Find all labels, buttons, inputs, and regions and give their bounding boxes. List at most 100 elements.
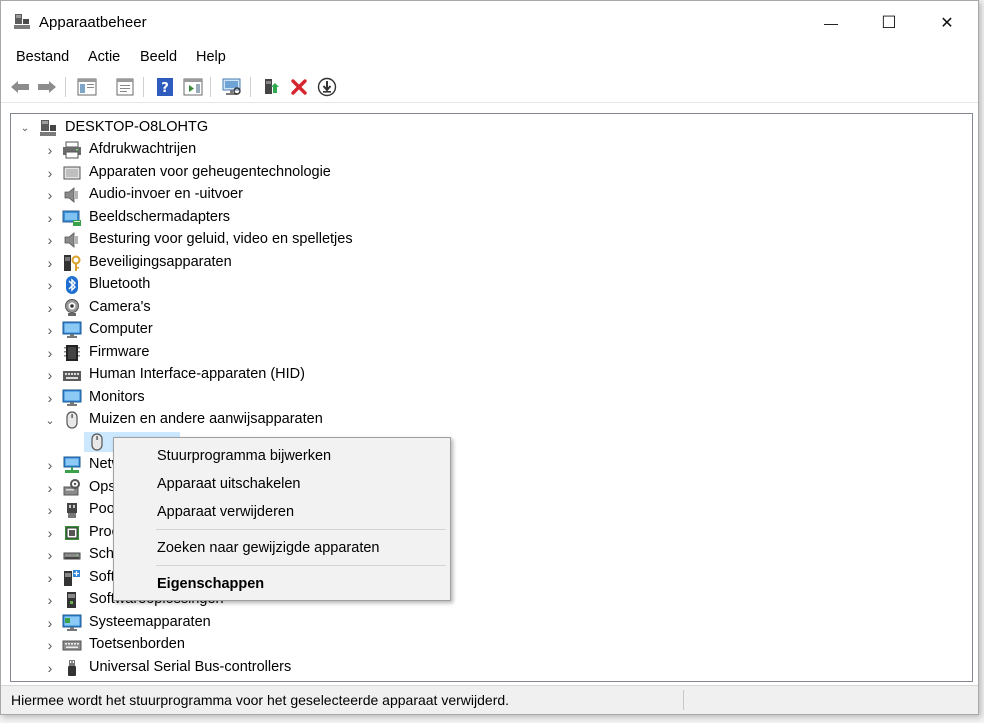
chevron-right-icon[interactable]: ›: [44, 592, 56, 608]
tree-category-label: Computer: [89, 321, 153, 337]
tree-category-21[interactable]: › Systeemapparaten: [11, 612, 972, 634]
menu-beeld[interactable]: Beeld: [140, 49, 177, 65]
properties-icon: [116, 78, 134, 96]
tree-category-13[interactable]: ⌄ Muizen en andere aanwijsapparaten: [11, 409, 972, 431]
chevron-right-icon[interactable]: ›: [44, 502, 56, 518]
toolbar: ?: [1, 72, 978, 103]
minimize-button[interactable]: —: [802, 1, 860, 45]
tree-category-10[interactable]: › Firmware: [11, 342, 972, 364]
menu-bar: Bestand Actie Beeld Help: [1, 45, 978, 71]
chevron-right-icon[interactable]: ›: [44, 547, 56, 563]
tree-category-11[interactable]: › Human Interface-apparaten (HID): [11, 364, 972, 386]
tree-category-label: Beeldschermadapters: [89, 208, 231, 225]
context-item-update-driver[interactable]: Stuurprogramma bijwerken: [114, 443, 450, 469]
chevron-right-icon[interactable]: ›: [44, 345, 56, 361]
toolbar-separator: [143, 77, 144, 97]
speaker-icon: [64, 187, 78, 203]
software-device-icon: [64, 569, 80, 586]
minimize-icon: —: [824, 15, 838, 31]
chevron-right-icon[interactable]: ›: [44, 367, 56, 383]
menu-bestand[interactable]: Bestand: [16, 49, 69, 65]
toolbar-separator: [250, 77, 251, 97]
computer-icon: [62, 321, 82, 338]
chevron-down-icon[interactable]: ⌄: [44, 414, 56, 427]
chevron-right-icon[interactable]: ›: [44, 300, 56, 316]
update-driver-button[interactable]: [260, 75, 284, 99]
action-pane-button[interactable]: [181, 75, 205, 99]
context-item-label: Zoeken naar gewijzigde apparaten: [157, 540, 380, 556]
context-item-scan-hardware[interactable]: Zoeken naar gewijzigde apparaten: [114, 535, 450, 561]
show-hide-console-tree-icon: [77, 78, 97, 96]
tree-category-3[interactable]: › Audio-invoer en -uitvoer: [11, 184, 972, 206]
toolbar-separator: [65, 77, 66, 97]
tree-category-label: Bluetooth: [89, 276, 151, 292]
disk-drive-icon: [63, 552, 81, 560]
action-pane-icon: [183, 78, 203, 96]
title-bar[interactable]: Apparaatbeheer — ☐ ✕: [1, 1, 978, 45]
status-divider: [683, 690, 684, 710]
context-item-disable-device[interactable]: Apparaat uitschakelen: [114, 471, 450, 497]
tree-category-label: Monitors: [89, 388, 145, 405]
menu-help[interactable]: Help: [196, 49, 226, 65]
chevron-right-icon[interactable]: ›: [44, 255, 56, 271]
chevron-right-icon[interactable]: ›: [44, 457, 56, 473]
chevron-right-icon[interactable]: ›: [44, 210, 56, 226]
chevron-right-icon[interactable]: ›: [44, 322, 56, 338]
chevron-down-icon[interactable]: ⌄: [19, 122, 31, 134]
context-item-properties[interactable]: Eigenschappen: [114, 571, 450, 597]
show-hide-console-tree-button[interactable]: [75, 75, 99, 99]
chevron-right-icon[interactable]: ›: [44, 480, 56, 496]
chevron-right-icon[interactable]: ›: [44, 660, 56, 676]
chevron-right-icon[interactable]: ›: [44, 232, 56, 248]
maximize-button[interactable]: ☐: [860, 1, 918, 45]
tree-category-9[interactable]: › Computer: [11, 319, 972, 341]
uninstall-device-button[interactable]: [287, 75, 311, 99]
forward-button[interactable]: [35, 75, 59, 99]
context-item-uninstall-device[interactable]: Apparaat verwijderen: [114, 499, 450, 525]
tree-category-8[interactable]: › Camera's: [11, 297, 972, 319]
context-item-label: Apparaat uitschakelen: [157, 476, 301, 492]
tree-category-23[interactable]: › Universal Serial Bus-controllers: [11, 657, 972, 679]
root-label: DESKTOP-O8LOHTG: [65, 119, 209, 135]
tree-category-1[interactable]: › Afdrukwachtrijen: [11, 139, 972, 161]
tree-category-2[interactable]: › Apparaten voor geheugentechnologie: [11, 162, 972, 184]
tree-root[interactable]: ⌄ DESKTOP-O8LOHTG: [11, 117, 972, 139]
disable-device-button[interactable]: [315, 75, 339, 99]
scan-hardware-icon: [222, 78, 241, 95]
chevron-right-icon[interactable]: ›: [44, 142, 56, 158]
disable-device-icon: [317, 77, 337, 97]
chevron-right-icon[interactable]: ›: [44, 637, 56, 653]
tree-category-6[interactable]: › Beveiligingsapparaten: [11, 252, 972, 274]
chevron-right-icon[interactable]: ›: [44, 187, 56, 203]
chevron-right-icon[interactable]: ›: [44, 570, 56, 586]
keyboard-hid-icon: [63, 371, 81, 381]
tree-category-5[interactable]: › Besturing voor geluid, video en spellet…: [11, 229, 972, 251]
tree-category-12[interactable]: › Monitors: [11, 387, 972, 409]
back-arrow-icon: [11, 81, 29, 93]
chevron-right-icon[interactable]: ›: [44, 277, 56, 293]
menu-actie[interactable]: Actie: [88, 49, 120, 65]
tree-category-22[interactable]: › Toetsenborden: [11, 634, 972, 656]
help-button[interactable]: ?: [153, 75, 177, 99]
port-icon: [67, 503, 77, 518]
chevron-right-icon[interactable]: ›: [44, 390, 56, 406]
chevron-right-icon[interactable]: ›: [44, 615, 56, 631]
webcam-icon: [65, 298, 79, 316]
software-component-icon: [67, 592, 76, 608]
svg-text:?: ?: [161, 81, 169, 96]
tree-category-4[interactable]: › Beeldschermadapters: [11, 207, 972, 229]
tree-category-label: Poo: [89, 501, 115, 517]
properties-button[interactable]: [113, 75, 137, 99]
chevron-right-icon[interactable]: ›: [44, 165, 56, 181]
firmware-chip-icon: [64, 344, 80, 361]
computer-root-icon: [40, 120, 56, 136]
tree-category-label: Besturing voor geluid, video en spelletj…: [89, 231, 353, 247]
tree-category-7[interactable]: › Bluetooth: [11, 274, 972, 296]
back-button[interactable]: [8, 75, 32, 99]
scan-hardware-button[interactable]: [220, 75, 244, 99]
context-menu: Stuurprogramma bijwerken Apparaat uitsch…: [113, 437, 451, 601]
close-button[interactable]: ✕: [918, 1, 976, 45]
chevron-right-icon[interactable]: ›: [44, 525, 56, 541]
device-manager-window: Apparaatbeheer — ☐ ✕ Bestand Actie Beeld…: [0, 0, 979, 715]
status-bar: Hiermee wordt het stuurprogramma voor he…: [1, 685, 978, 714]
